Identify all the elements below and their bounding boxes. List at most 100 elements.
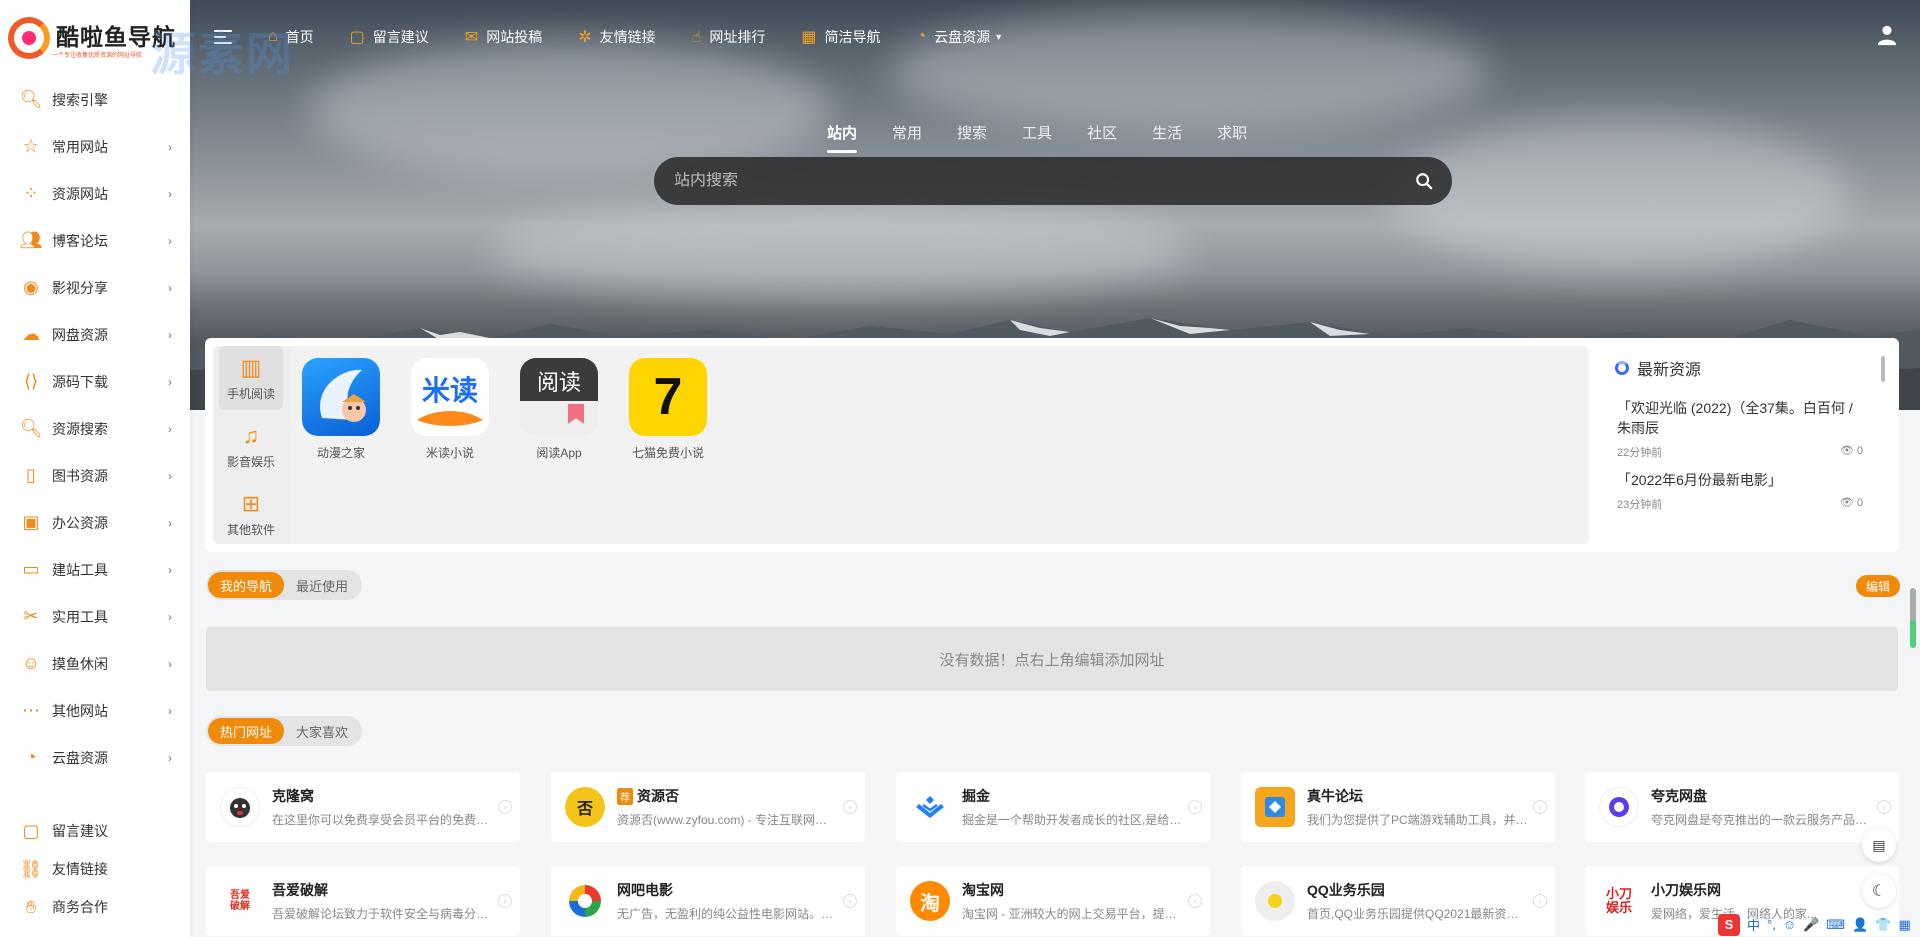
arrow-right-icon[interactable]: › [1533, 800, 1547, 814]
chevron-right-icon: › [168, 656, 172, 671]
site-card-taobao[interactable]: 淘 淘宝网 淘宝网 - 亚洲较大的网上交易平台，提供... › [896, 866, 1210, 936]
tab-recent[interactable]: 最近使用 [284, 572, 360, 598]
site-card-zhenniu[interactable]: 真牛论坛 我们为您提供了PC端游戏辅助工具，并且... › [1241, 772, 1555, 842]
tab-hot-sites[interactable]: 热门网址 [208, 718, 285, 744]
featured-card: ▥ 手机阅读 ♫ 影音娱乐 ⊞ 其他软件 动漫之家 米读 米读小说 阅读 阅读A… [205, 338, 1899, 552]
search-tab-common[interactable]: 常用 [892, 122, 922, 153]
app-category-entertainment[interactable]: ♫ 影音娱乐 [219, 414, 283, 478]
arrow-right-icon[interactable]: › [498, 800, 512, 814]
app-item-qimao[interactable]: 7 七猫免费小说 [624, 358, 712, 461]
site-card-ziyuanfou[interactable]: 否 荐资源否 资源否(www.zyfou.com) - 专注互联网分享... › [551, 772, 865, 842]
user-icon[interactable] [1876, 24, 1898, 46]
site-card-wangba[interactable]: 网吧电影 无广告，无盈利的纯公益性电影网站。爱... › [551, 866, 865, 936]
topnav-home[interactable]: ⌂ 首页 [268, 27, 314, 47]
user-ime-icon[interactable]: 👤 [1852, 917, 1868, 933]
search-tab-tools[interactable]: 工具 [1022, 122, 1052, 153]
chevron-right-icon: › [168, 703, 172, 718]
sidebar-item-video-share[interactable]: ◉ 影视分享 › [0, 264, 190, 311]
dark-mode-button[interactable]: ☾ [1862, 874, 1896, 908]
app-item-yuedu[interactable]: 阅读 阅读App [515, 358, 603, 461]
sidebar-item-feedback[interactable]: ▢ 留言建议 [0, 812, 190, 850]
sidebar-item-common-sites[interactable]: ☆ 常用网站 › [0, 123, 190, 170]
latest-resources-list: 「欢迎光临 (2022)（全37集。白百何 / 朱雨辰 22分钟前 👁︎ 0 「2… [1595, 390, 1891, 512]
topnav-friend-links[interactable]: ✲ 友情链接 [578, 27, 655, 47]
ime-punctuation[interactable]: °, [1767, 917, 1776, 932]
app-category-other-software[interactable]: ⊞ 其他软件 [219, 482, 283, 546]
resources-scrollbar[interactable] [1881, 356, 1885, 382]
sidebar-item-business[interactable]: ✋︎ 商务合作 [0, 888, 190, 926]
search-tabs: 站内 常用 搜索 工具 社区 生活 求职 [827, 122, 1282, 153]
arrow-right-icon[interactable]: › [498, 894, 512, 908]
site-card-kuake[interactable]: 夸克网盘 夸克网盘是夸克推出的一款云服务产品，... › [1585, 772, 1899, 842]
search-input[interactable] [654, 172, 1404, 190]
search-tab-site[interactable]: 站内 [827, 122, 858, 153]
arrow-right-icon[interactable]: › [1877, 800, 1891, 814]
arrow-right-icon[interactable]: › [1188, 800, 1202, 814]
ime-mode-chinese[interactable]: 中 [1747, 915, 1760, 934]
site-card-juejin[interactable]: 掘金 掘金是一个帮助开发者成长的社区,是给开... › [896, 772, 1210, 842]
toolbox-icon[interactable]: ▦ [1898, 917, 1910, 933]
search-tab-life[interactable]: 生活 [1152, 122, 1182, 153]
hot-sites-tabs: 热门网址 大家喜欢 [206, 716, 363, 746]
resource-item[interactable]: 「2022年6月份最新电影」 23分钟前 👁︎ 0 [1617, 470, 1863, 512]
keyboard-icon[interactable]: ⌨ [1826, 917, 1845, 933]
resource-item[interactable]: 「欢迎光临 (2022)（全37集。白百何 / 朱雨辰 22分钟前 👁︎ 0 [1617, 398, 1863, 460]
sidebar-item-other[interactable]: ⋯ 其他网站 › [0, 687, 190, 734]
search-icon: 🔍︎ [19, 89, 43, 109]
topnav-feedback[interactable]: ▢ 留言建议 [350, 27, 429, 47]
arrow-right-icon[interactable]: › [843, 894, 857, 908]
arrow-right-icon[interactable]: › [1533, 894, 1547, 908]
sidebar-item-resource-sites[interactable]: ⁘ 资源网站 › [0, 170, 190, 217]
site-card-kelongwo[interactable]: 克隆窝 在这里你可以免费享受会员平台的免费资... › [206, 772, 520, 842]
sidebar-item-resource-search[interactable]: 🔍︎ 资源搜索 › [0, 405, 190, 452]
top-nav: ⌂ 首页 ▢ 留言建议 ✉︎ 网站投稿 ✲ 友情链接 ☝︎ 网址排行 ▦ 简洁导航 ◔ 云盘资… [190, 0, 1920, 74]
search-tab-search[interactable]: 搜索 [957, 122, 987, 153]
cloud-drive-icon: ◔ [25, 747, 37, 767]
sidebar-item-site-tools[interactable]: ▭ 建站工具 › [0, 546, 190, 593]
search-tab-community[interactable]: 社区 [1087, 122, 1117, 153]
topnav-simple-nav[interactable]: ▦ 简洁导航 [801, 27, 880, 47]
emoji-icon[interactable]: ☺ [1783, 917, 1796, 932]
sidebar-item-leisure[interactable]: ☺︎ 摸鱼休闲 › [0, 640, 190, 687]
site-card-52pojie[interactable]: 吾爱破解 吾爱破解 吾爱破解论坛致力于软件安全与病毒分析... › [206, 866, 520, 936]
page-scrollbar[interactable] [1910, 588, 1916, 648]
app-category-mobile-reading[interactable]: ▥ 手机阅读 [219, 346, 283, 410]
arrow-right-icon[interactable]: › [1188, 894, 1202, 908]
sidebar-item-blog-forum[interactable]: 👥︎ 博客论坛 › [0, 217, 190, 264]
sidebar-item-utilities[interactable]: ✂︎ 实用工具 › [0, 593, 190, 640]
site-card-qqyw[interactable]: QQ业务乐园 首页,QQ业务乐园提供QQ2021最新资讯,... › [1241, 866, 1555, 936]
sitemap-button[interactable]: ▤ [1862, 828, 1896, 862]
sidebar-item-friend-links[interactable]: ⛓︎ 友情链接 [0, 850, 190, 888]
mic-icon[interactable]: 🎤 [1803, 917, 1819, 933]
logo-text: 酷啦鱼导航 [56, 25, 176, 51]
tab-my-nav[interactable]: 我的导航 [208, 572, 285, 598]
topnav-submit[interactable]: ✉︎ 网站投稿 [465, 27, 542, 47]
chevron-right-icon: › [168, 327, 172, 342]
arrow-right-icon[interactable]: › [843, 800, 857, 814]
topnav-cloud[interactable]: ◔ 云盘资源 ▾ [916, 27, 1001, 47]
search-button[interactable] [1404, 161, 1444, 201]
search-tab-jobs[interactable]: 求职 [1217, 122, 1247, 153]
skin-icon[interactable]: 👕 [1875, 917, 1891, 933]
sidebar-item-cloud-drive[interactable]: ◔ 云盘资源 › [0, 734, 190, 781]
thumb-icon: ☝︎ [691, 29, 702, 46]
topnav-ranking[interactable]: ☝︎ 网址排行 [692, 27, 766, 47]
app-item-midu[interactable]: 米读 米读小说 [406, 358, 494, 461]
tab-popular[interactable]: 大家喜欢 [284, 718, 360, 744]
chevron-right-icon: › [168, 515, 172, 530]
app-panel: ▥ 手机阅读 ♫ 影音娱乐 ⊞ 其他软件 动漫之家 米读 米读小说 阅读 阅读A… [213, 346, 1589, 544]
edit-button[interactable]: 编辑 [1856, 575, 1901, 597]
app-item-dongman[interactable]: 动漫之家 [297, 358, 385, 461]
sogou-logo-icon[interactable]: S [1718, 913, 1740, 936]
moon-icon: ☾ [1871, 883, 1887, 900]
sidebar-item-source-code[interactable]: ⟨⟩ 源码下载 › [0, 358, 190, 405]
sidebar-item-search-engine[interactable]: 🔍︎ 搜索引擎 [0, 76, 190, 123]
sidebar-item-netdisk[interactable]: ☁︎ 网盘资源 › [0, 311, 190, 358]
menu-toggle-icon[interactable] [214, 29, 236, 45]
sidebar-item-books[interactable]: ▯ 图书资源 › [0, 452, 190, 499]
send-icon: ✉︎ [464, 29, 479, 46]
sidebar-item-office[interactable]: ▣ 办公资源 › [0, 499, 190, 546]
chevron-down-icon: ▾ [996, 31, 1002, 43]
logo[interactable]: 酷啦鱼导航 一个专注收集优质资源的网址导航 源素网 [0, 0, 292, 80]
52pojie-icon: 吾爱破解 [220, 881, 260, 921]
